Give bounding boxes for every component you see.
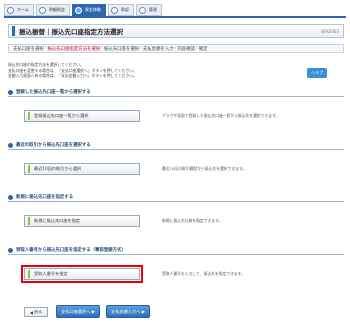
button-accent [28, 165, 30, 173]
section-desc: ブラウザ画面で登録した振込先口座一覧から振込先を選択できます。 [162, 113, 280, 118]
step-3: 振込先口座を選択 [103, 46, 140, 52]
section-desc: 新規に振込先口座を指定できます。 [162, 218, 223, 223]
step-separator: › [140, 46, 142, 51]
arrow-icon: ▶ [141, 309, 145, 314]
home-icon [7, 6, 14, 14]
tab-approval[interactable]: 承認 [107, 4, 134, 16]
recipient-number-button[interactable]: 受取人番号を指定 [21, 265, 143, 283]
step-5: 内容確認 [177, 46, 195, 52]
bullet-icon [8, 142, 13, 148]
step-indicator: 支払口座を選択 › 振込先口座指定方法を選択 › 振込先口座を選択 › 支払金額を入力… [8, 44, 344, 53]
back-label: 戻る [34, 309, 43, 314]
back-button[interactable]: ◀ 戻る [24, 307, 48, 317]
section-heading: 受取人番号から振込先口座を指定する（事前登録方式） [8, 246, 344, 255]
step-1: 支払口座を選択 [13, 46, 44, 52]
section-heading-text: 新規に振込先口座を指定する [16, 195, 74, 200]
step-6: 確定 [198, 46, 208, 52]
new-account-button[interactable]: 新規に振込先口座を指定 [24, 215, 140, 227]
section-new: 新規に振込先口座を指定する 新規に振込先口座を指定 新規に振込先口座を指定できま… [8, 193, 344, 232]
step-4: 支払金額を入力 [142, 46, 174, 52]
button-accent [28, 217, 30, 225]
screen-code: BFKE003 [321, 28, 339, 34]
section-registered: 登録した振込先口座一覧から選択する 登録振込先口座一覧から選択 ブラウザ画面で登… [8, 88, 344, 127]
tab-home[interactable]: ホーム [4, 4, 34, 16]
tab-label: 管理 [148, 7, 157, 12]
tab-statements[interactable]: 明細照会 [35, 4, 70, 16]
tab-management[interactable]: 管理 [135, 4, 162, 16]
nav-divider [4, 16, 346, 18]
global-nav: ホーム 明細照会 資金移動 承認 管理 [4, 4, 164, 16]
check-icon [110, 6, 118, 14]
button-label: 支払口座選択へ [61, 308, 91, 314]
section-desc: 受取人番号を入力して、振込先を指定できます。 [162, 271, 245, 276]
step-separator: › [174, 46, 177, 51]
select-recent-button[interactable]: 最近10回の取引から選択 [24, 163, 140, 175]
section-recipient-number: 受取人番号から振込先口座を指定する（事前登録方式） 受取人番号を指定 受取人番号… [8, 246, 344, 285]
button-accent [28, 112, 30, 120]
button-label: 最近10回の取引から選択 [34, 166, 82, 171]
intro-line: 金額入力画面へ戻る場合は、「支払金額入力へ」ボタンを押してください。 [8, 73, 137, 79]
section-heading-text: 受取人番号から振込先口座を指定する（事前登録方式） [16, 248, 126, 253]
transfer-icon [74, 6, 82, 14]
section-heading: 最近の取引から振込先口座を選択する [8, 141, 344, 150]
document-icon [38, 6, 46, 14]
section-heading-text: 最近の取引から振込先口座を選択する [16, 143, 91, 148]
section-recent: 最近の取引から振込先口座を選択する 最近10回の取引から選択 最近10回の取引履… [8, 141, 344, 180]
section-heading-text: 登録した振込先口座一覧から選択する [16, 90, 91, 95]
tab-label: 承認 [120, 7, 129, 12]
to-payment-account-button[interactable]: 支払口座選択へ ▶ [56, 305, 100, 318]
section-heading: 新規に振込先口座を指定する [8, 193, 344, 202]
button-label: 登録振込先口座一覧から選択 [34, 113, 89, 118]
tab-label: 資金移動 [84, 7, 101, 12]
to-payment-amount-button[interactable]: 支払金額入力へ ▶ [106, 305, 150, 318]
bullet-icon [8, 247, 13, 253]
tab-label: 明細照会 [48, 7, 65, 12]
select-registered-button[interactable]: 登録振込先口座一覧から選択 [24, 110, 140, 122]
step-separator: › [101, 46, 103, 51]
step-2-current: 振込先口座指定方法を選択 [47, 46, 101, 52]
page-title: 振込振替｜振込先口座指定方法選択 [19, 28, 123, 36]
button-label: 支払金額入力へ [111, 308, 141, 314]
back-icon: ◀ [29, 309, 33, 315]
page-title-bar: 振込振替｜振込先口座指定方法選択 BFKE003 [8, 24, 344, 38]
button-accent [28, 270, 30, 278]
section-heading: 登録した振込先口座一覧から選択する [8, 88, 344, 97]
button-label: 受取人番号を指定 [34, 271, 68, 276]
manage-icon [138, 6, 146, 14]
section-desc: 最近10回の取引履歴から振込先を選択できます。 [162, 166, 247, 171]
help-button[interactable]: ヘルプ [307, 68, 327, 78]
step-separator: › [195, 46, 198, 51]
tab-label: ホーム [17, 7, 29, 12]
bullet-icon [8, 89, 13, 95]
intro-text: 振込先口座の指定方法を選択してください。 支払口座を変更する場合は、「支払口座選… [8, 62, 268, 79]
tab-transfer[interactable]: 資金移動 [71, 4, 106, 16]
button-label: 新規に振込先口座を指定 [34, 218, 81, 223]
bullet-icon [8, 194, 13, 200]
step-separator: › [44, 46, 47, 51]
arrow-icon: ▶ [91, 309, 95, 314]
title-accent [12, 26, 15, 36]
